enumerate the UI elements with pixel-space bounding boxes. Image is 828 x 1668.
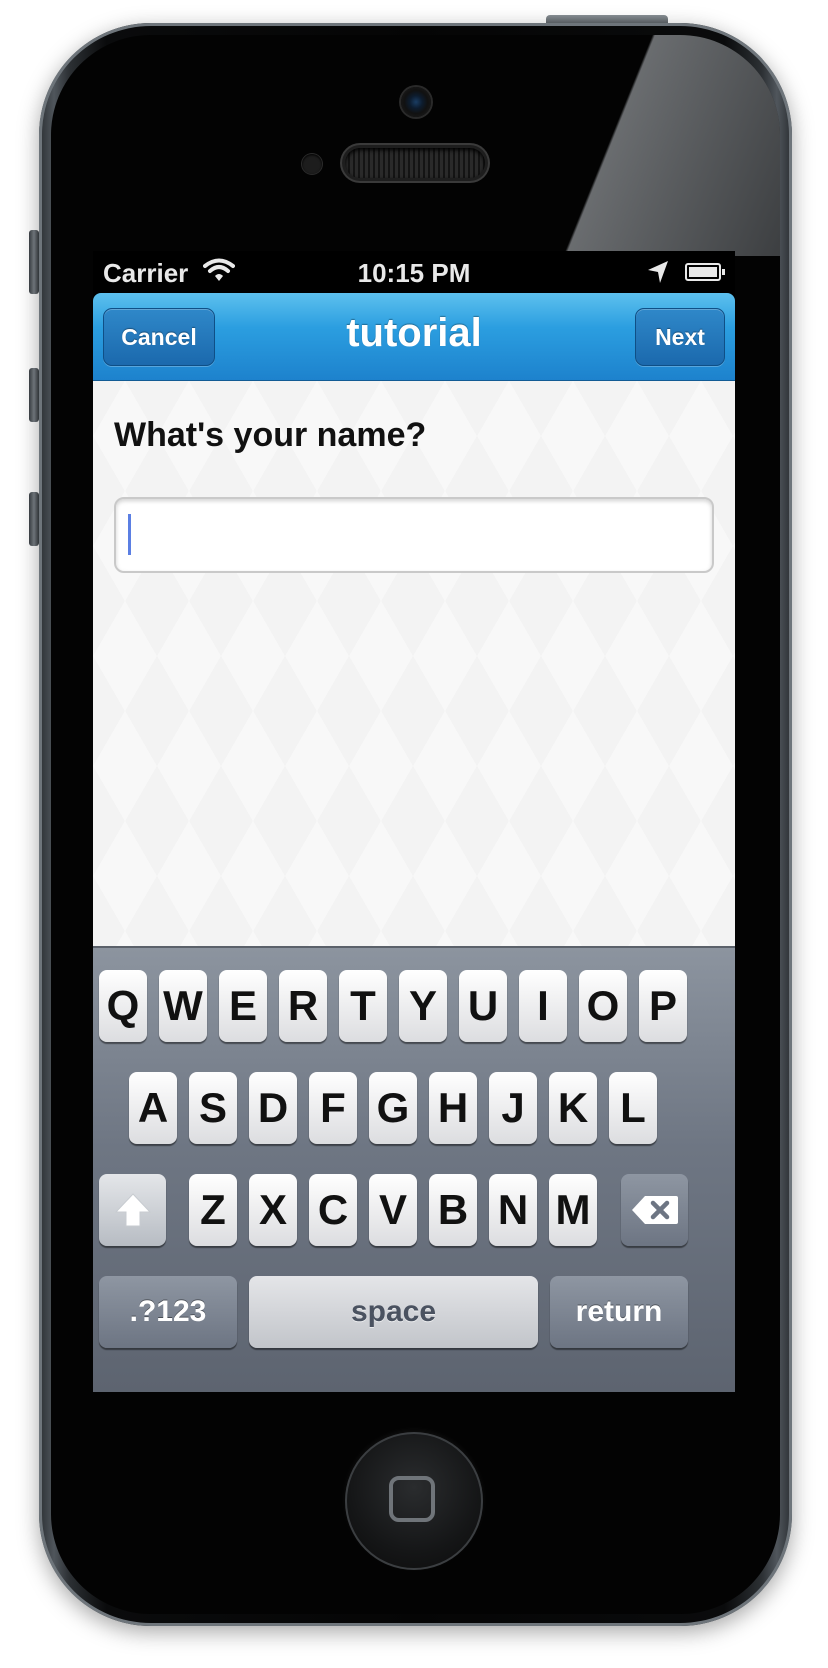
- name-question-label: What's your name?: [114, 416, 427, 454]
- navigation-bar: Cancel tutorial Next: [93, 293, 735, 381]
- proximity-sensor: [302, 154, 322, 174]
- keyboard: QWERTYUIOP ASDFGHJKL ZXCVBNM .?123 space…: [93, 946, 735, 1392]
- key-w[interactable]: W: [159, 970, 207, 1042]
- content-area: What's your name?: [93, 381, 735, 946]
- key-r[interactable]: R: [279, 970, 327, 1042]
- key-m[interactable]: M: [549, 1174, 597, 1246]
- screen: Carrier 10:15 PM Cancel tutorial Next Wh…: [93, 251, 735, 1392]
- key-j[interactable]: J: [489, 1072, 537, 1144]
- delete-key[interactable]: [621, 1174, 688, 1246]
- home-button: [345, 1432, 483, 1570]
- key-u[interactable]: U: [459, 970, 507, 1042]
- key-y[interactable]: Y: [399, 970, 447, 1042]
- key-e[interactable]: E: [219, 970, 267, 1042]
- volume-down-button: [29, 492, 39, 546]
- front-camera: [401, 87, 431, 117]
- key-s[interactable]: S: [189, 1072, 237, 1144]
- key-h[interactable]: H: [429, 1072, 477, 1144]
- key-b[interactable]: B: [429, 1174, 477, 1246]
- numbers-key[interactable]: .?123: [99, 1276, 237, 1348]
- key-p[interactable]: P: [639, 970, 687, 1042]
- key-v[interactable]: V: [369, 1174, 417, 1246]
- mute-switch: [29, 230, 39, 294]
- earpiece-speaker: [345, 148, 485, 178]
- battery-icon: [685, 263, 725, 281]
- key-t[interactable]: T: [339, 970, 387, 1042]
- status-time: 10:15 PM: [357, 258, 471, 288]
- delete-backspace-icon: [631, 1196, 678, 1224]
- device-mockup: Carrier 10:15 PM Cancel tutorial Next Wh…: [0, 0, 828, 1668]
- text-caret: [128, 514, 131, 555]
- space-key[interactable]: space: [249, 1276, 538, 1348]
- key-k[interactable]: K: [549, 1072, 597, 1144]
- key-o[interactable]: O: [579, 970, 627, 1042]
- next-button[interactable]: Next: [635, 308, 725, 366]
- key-g[interactable]: G: [369, 1072, 417, 1144]
- key-a[interactable]: A: [129, 1072, 177, 1144]
- key-l[interactable]: L: [609, 1072, 657, 1144]
- shift-arrow-icon: [114, 1193, 151, 1227]
- key-c[interactable]: C: [309, 1174, 357, 1246]
- key-i[interactable]: I: [519, 970, 567, 1042]
- key-n[interactable]: N: [489, 1174, 537, 1246]
- key-f[interactable]: F: [309, 1072, 357, 1144]
- key-d[interactable]: D: [249, 1072, 297, 1144]
- key-x[interactable]: X: [249, 1174, 297, 1246]
- key-z[interactable]: Z: [189, 1174, 237, 1246]
- status-bar: Carrier 10:15 PM: [93, 251, 735, 293]
- key-q[interactable]: Q: [99, 970, 147, 1042]
- home-square-icon: [389, 1476, 435, 1522]
- volume-up-button: [29, 368, 39, 422]
- name-input[interactable]: [114, 497, 714, 573]
- shift-key[interactable]: [99, 1174, 166, 1246]
- return-key[interactable]: return: [550, 1276, 688, 1348]
- location-arrow-icon: [646, 259, 670, 292]
